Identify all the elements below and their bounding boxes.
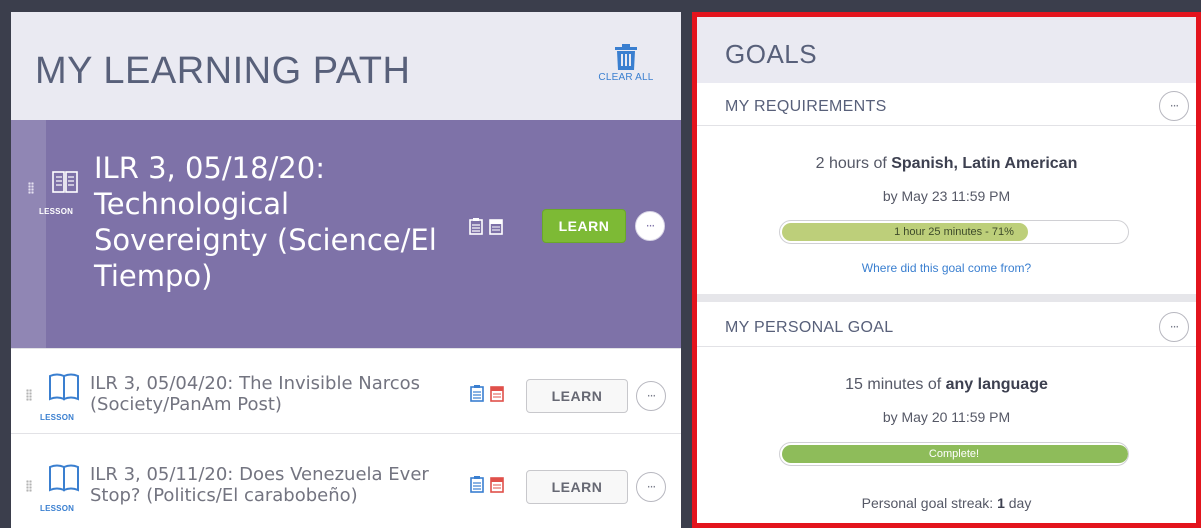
personal-goal-progress-text: Complete! (928, 448, 980, 460)
lesson-row[interactable]: LESSON ILR 3, 05/04/20: The Invisible Na… (11, 348, 681, 443)
goal-streak: Personal goal streak: 1 day (697, 495, 1196, 511)
lesson-doc-icons (469, 218, 503, 235)
goals-title: GOALS (725, 39, 818, 69)
book-icon (49, 464, 79, 492)
clipboard-icon[interactable] (470, 385, 484, 402)
personal-goal-section-header: MY PERSONAL GOAL ··· (697, 309, 1196, 347)
lesson-title[interactable]: ILR 3, 05/18/20: Technological Sovereign… (94, 150, 444, 294)
lesson-type-label: LESSON (39, 207, 74, 216)
requirements-label: MY REQUIREMENTS (725, 98, 887, 115)
lesson-title[interactable]: ILR 3, 05/04/20: The Invisible Narcos (S… (90, 373, 430, 415)
learn-button[interactable]: LEARN (526, 379, 628, 413)
personal-goal-more-button[interactable]: ··· (1159, 312, 1189, 342)
goals-header: GOALS (697, 17, 1196, 83)
drag-handle-icon[interactable] (26, 480, 32, 492)
streak-unit: day (1004, 495, 1032, 511)
personal-goal-summary: 15 minutes of any language (697, 376, 1196, 394)
learning-path-header: MY LEARNING PATH CLEAR ALL (11, 12, 681, 120)
requirements-section-header: MY REQUIREMENTS ··· (697, 88, 1196, 126)
lesson-type-label: LESSON (40, 504, 75, 513)
more-options-button[interactable]: ··· (636, 472, 666, 502)
active-row-stripe (11, 120, 46, 348)
goal-origin-link[interactable]: Where did this goal come from? (697, 261, 1196, 275)
drag-handle-icon[interactable] (26, 389, 32, 401)
requirement-amount: 2 hours of (815, 155, 892, 172)
clipboard-icon[interactable] (470, 476, 484, 493)
book-icon (49, 373, 79, 401)
lesson-row[interactable]: LESSON ILR 3, 05/11/20: Does Venezuela E… (11, 433, 681, 528)
drag-handle-icon[interactable] (28, 182, 34, 194)
goals-panel: GOALS MY REQUIREMENTS ··· 2 hours of Spa… (692, 12, 1201, 528)
requirements-more-button[interactable]: ··· (1159, 91, 1189, 121)
requirement-progress-text: 1 hour 25 minutes - 71% (894, 226, 1014, 238)
personal-goal-amount: 15 minutes of (845, 376, 946, 393)
lesson-doc-icons (470, 385, 504, 402)
clear-all-label: CLEAR ALL (598, 72, 654, 83)
calendar-icon[interactable] (489, 218, 503, 235)
streak-value: 1 (997, 495, 1005, 511)
clipboard-icon[interactable] (469, 218, 483, 235)
trash-icon (615, 44, 637, 70)
lesson-doc-icons (470, 476, 504, 493)
personal-goal-subject: any language (945, 376, 1048, 393)
requirement-deadline: by May 23 11:59 PM (882, 188, 1011, 204)
lesson-row-active[interactable]: LESSON ILR 3, 05/18/20: Technological So… (11, 120, 681, 348)
learn-button[interactable]: LEARN (526, 470, 628, 504)
learning-path-panel: MY LEARNING PATH CLEAR ALL LESSON ILR 3,… (11, 12, 681, 528)
lesson-title[interactable]: ILR 3, 05/11/20: Does Venezuela Ever Sto… (90, 464, 460, 506)
lesson-type-label: LESSON (40, 413, 75, 422)
learn-button[interactable]: LEARN (542, 209, 626, 243)
calendar-icon[interactable] (490, 476, 504, 493)
streak-label: Personal goal streak: (861, 495, 998, 511)
personal-goal-deadline: by May 20 11:59 PM (882, 409, 1011, 425)
personal-goal-label: MY PERSONAL GOAL (725, 319, 894, 336)
personal-goal-progress-bar: Complete! (779, 442, 1129, 466)
learning-path-title: MY LEARNING PATH (35, 50, 411, 92)
more-options-button[interactable]: ··· (636, 381, 666, 411)
requirement-subject: Spanish, Latin American (891, 155, 1078, 172)
section-divider (697, 294, 1196, 302)
clear-all-button[interactable]: CLEAR ALL (594, 44, 658, 83)
more-options-button[interactable]: ··· (635, 211, 665, 241)
requirement-summary: 2 hours of Spanish, Latin American (697, 155, 1196, 173)
calendar-icon[interactable] (490, 385, 504, 402)
requirement-progress-bar: 1 hour 25 minutes - 71% (779, 220, 1129, 244)
book-icon (52, 171, 78, 193)
